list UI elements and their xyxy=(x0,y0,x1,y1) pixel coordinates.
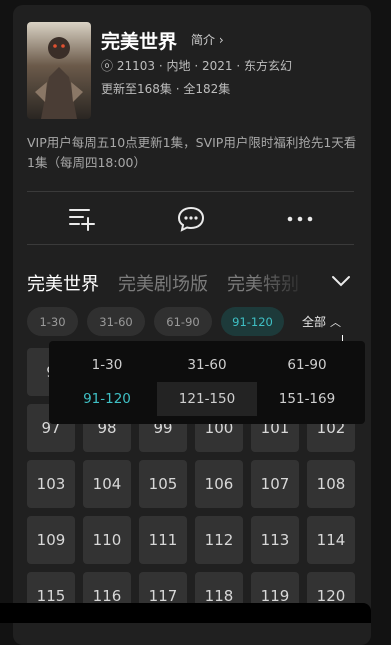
episode-tile[interactable]: 103 xyxy=(27,460,75,508)
expand-tabs-button[interactable] xyxy=(330,273,352,292)
popup-range-151-169[interactable]: 151-169 xyxy=(257,382,357,416)
chevron-right-icon: › xyxy=(218,33,224,47)
episode-tile[interactable]: 112 xyxy=(195,516,243,564)
episode-tile[interactable]: 104 xyxy=(83,460,131,508)
vip-notice: VIP用户每周五10点更新1集，SVIP用户限时福利抢先1天看1集（每周四18:… xyxy=(27,135,357,170)
update-status: 更新至168集 xyxy=(101,82,172,96)
intro-link[interactable]: 简介 › xyxy=(191,31,224,48)
playlist-add-button[interactable] xyxy=(62,199,102,239)
cover-image[interactable] xyxy=(27,22,91,119)
range-pill-61-90[interactable]: 61-90 xyxy=(154,307,212,336)
update-info: 更新至168集 · 全182集 xyxy=(101,82,231,96)
tab-theater[interactable]: 完美剧场版 xyxy=(118,274,208,295)
episode-tile[interactable]: 110 xyxy=(83,516,131,564)
total-episodes: 全182集 xyxy=(183,82,231,96)
region: 内地 xyxy=(166,59,191,73)
detail-panel: 完美世界 简介 › ⓞ 21103 · 内地 · 2021 · 东方玄幻 更新至… xyxy=(13,5,371,645)
genre: 东方玄幻 xyxy=(244,59,293,73)
comment-button[interactable] xyxy=(171,199,211,239)
popup-range-61-90[interactable]: 61-90 xyxy=(257,348,357,382)
popup-range-31-60[interactable]: 31-60 xyxy=(157,348,257,382)
episode-tile[interactable]: 111 xyxy=(139,516,187,564)
range-pill-91-120[interactable]: 91-120 xyxy=(221,307,284,336)
more-button[interactable] xyxy=(280,199,320,239)
divider xyxy=(27,244,354,245)
heat-icon: ⓞ xyxy=(101,59,114,73)
show-title: 完美世界 xyxy=(101,31,178,53)
episode-tile[interactable]: 108 xyxy=(307,460,355,508)
all-ranges-button[interactable]: 全部 ︿ xyxy=(292,307,371,336)
intro-label: 简介 xyxy=(191,33,216,47)
more-icon xyxy=(287,216,313,222)
popup-range-1-30[interactable]: 1-30 xyxy=(57,348,157,382)
episode-tile[interactable]: 109 xyxy=(27,516,75,564)
comment-icon xyxy=(177,206,205,232)
divider xyxy=(27,191,354,192)
all-label: 全部 xyxy=(302,315,327,329)
range-pill-1-30[interactable]: 1-30 xyxy=(27,307,78,336)
episode-tile[interactable]: 106 xyxy=(195,460,243,508)
chevron-up-icon: ︿ xyxy=(330,315,342,329)
tab-main[interactable]: 完美世界 xyxy=(27,274,99,295)
range-popup: 1-30 31-60 61-90 91-120 121-150 151-169 xyxy=(49,341,365,424)
year: 2021 xyxy=(201,59,233,73)
bottom-bar xyxy=(0,603,371,623)
range-pill-31-60[interactable]: 31-60 xyxy=(87,307,145,336)
popup-range-91-120[interactable]: 91-120 xyxy=(57,382,157,416)
popup-range-121-150[interactable]: 121-150 xyxy=(157,382,257,416)
episode-tile[interactable]: 105 xyxy=(139,460,187,508)
episode-tile[interactable]: 113 xyxy=(251,516,299,564)
chevron-down-icon xyxy=(332,276,350,287)
episode-tile[interactable]: 107 xyxy=(251,460,299,508)
episode-tile[interactable]: 114 xyxy=(307,516,355,564)
heat-count: 21103 xyxy=(116,59,156,73)
playlist-add-icon xyxy=(69,209,95,231)
show-meta: ⓞ 21103 · 内地 · 2021 · 东方玄幻 xyxy=(101,59,293,73)
